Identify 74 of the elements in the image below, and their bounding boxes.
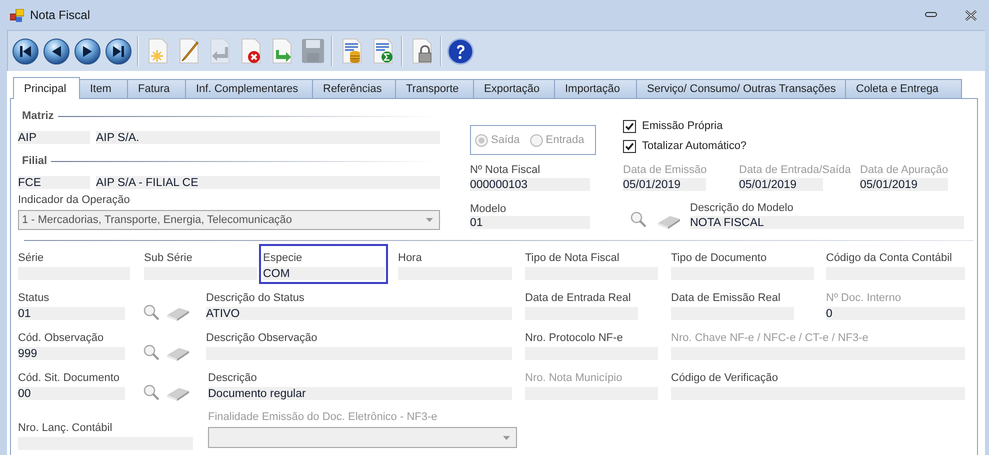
field-label: Descrição Observação — [206, 331, 318, 345]
field-label: Código da Conta Contábil — [826, 251, 953, 265]
model-description-field[interactable]: NOTA FISCAL — [690, 216, 964, 229]
search-icon[interactable] — [630, 211, 647, 228]
tab[interactable]: Fatura — [127, 79, 186, 98]
close-icon[interactable] — [965, 10, 977, 20]
field-label: Nº Nota Fiscal — [470, 163, 542, 177]
code-field[interactable]: AIP — [18, 131, 90, 144]
field-label: Modelo — [470, 202, 508, 216]
field-label: Nº Doc. Interno — [826, 291, 902, 305]
model-field[interactable]: 01 — [470, 216, 590, 229]
search-icon[interactable] — [143, 344, 160, 361]
tab[interactable]: Coleta e Entrega — [845, 79, 962, 98]
minimize-icon[interactable] — [925, 12, 937, 18]
radio-label: Entrada — [546, 134, 584, 146]
app-icon — [10, 8, 24, 22]
code-field[interactable]: FCE — [18, 176, 90, 189]
field-label: Descrição — [208, 371, 258, 385]
field-label: Nro. Nota Município — [525, 371, 624, 385]
tab[interactable]: Exportação — [473, 79, 555, 98]
text-field[interactable]: 00 — [18, 387, 125, 400]
field-label: Sub Série — [144, 251, 194, 265]
window-title: Nota Fiscal — [30, 8, 90, 22]
tab[interactable]: Inf. Complementares — [185, 79, 313, 98]
section-title: Matriz — [22, 110, 54, 122]
search-icon[interactable] — [143, 384, 160, 401]
eraser-icon[interactable] — [166, 346, 190, 361]
name-field[interactable]: AIP S/A - FILIAL CE — [96, 176, 440, 189]
tab[interactable]: Importação — [554, 79, 637, 98]
text-field[interactable]: 01 — [18, 307, 125, 320]
text-field[interactable]: COM — [263, 267, 385, 280]
field-label: Nro. Lanç. Contábil — [18, 421, 114, 435]
field-label: Data de Emissão — [623, 163, 708, 177]
text-field[interactable]: Documento regular — [208, 387, 512, 400]
field-label: Finalidade Emissão do Doc. Eletrônico - NF3-e — [208, 410, 438, 424]
search-icon[interactable] — [143, 304, 160, 321]
field-label: Data de Entrada/Saída — [739, 163, 852, 177]
text-field[interactable]: ATIVO — [206, 307, 512, 320]
field-label: Série — [18, 251, 45, 265]
tab[interactable]: Serviço/ Consumo/ Outras Transações — [636, 79, 846, 98]
field-label: Hora — [398, 251, 423, 265]
field-label: Data de Apuração — [860, 163, 950, 177]
eraser-icon[interactable] — [166, 386, 190, 401]
field-label: Descrição do Status — [206, 291, 306, 305]
eraser-icon[interactable] — [657, 214, 681, 229]
section-title: Filial — [22, 155, 48, 167]
field-label: Data de Entrada Real — [525, 291, 632, 305]
caret-icon — [503, 436, 510, 440]
tab[interactable]: Referências — [312, 79, 396, 98]
field-label: Descrição do Modelo — [690, 201, 794, 215]
name-field[interactable]: AIP S/A. — [96, 131, 440, 144]
radio-label: Saída — [491, 134, 520, 146]
text-field[interactable]: 999 — [18, 347, 125, 360]
number-field[interactable]: 000000103 — [470, 178, 590, 191]
checkbox[interactable] — [623, 120, 636, 132]
field-label: Cód. Sit. Documento — [18, 371, 120, 385]
field-label: Cód. Observação — [18, 331, 105, 345]
tab[interactable]: Principal — [13, 77, 80, 99]
tab[interactable]: Item — [79, 79, 128, 98]
field-label: Data de Emissão Real — [671, 291, 782, 305]
checkbox[interactable] — [623, 140, 636, 152]
caret-icon — [426, 218, 433, 222]
checkbox-label: Totalizar Automático? — [642, 140, 747, 152]
field-label: Indicador da Operação — [18, 193, 131, 207]
field-label: Nro. Protocolo NF-e — [525, 331, 624, 345]
field-label: Tipo de Nota Fiscal — [525, 251, 620, 265]
tab[interactable]: Transporte — [395, 79, 474, 98]
field-label: Nro. Chave NF-e / NFC-e / CT-e / NF3-e — [671, 331, 870, 345]
field-label: Status — [18, 291, 50, 305]
eraser-icon[interactable] — [166, 306, 190, 321]
checkbox-label: Emissão Própria — [642, 120, 723, 132]
field-label: Tipo de Documento — [671, 251, 768, 265]
field-label: Código de Verificação — [671, 371, 780, 385]
field-label: Especie — [263, 251, 304, 265]
